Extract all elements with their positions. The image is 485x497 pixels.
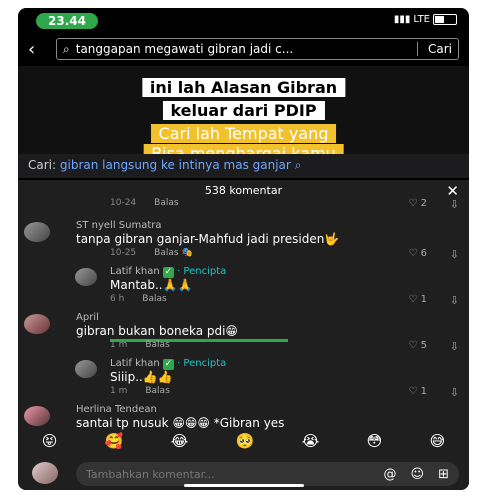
creator-label: · Pencipta bbox=[177, 266, 227, 277]
comment-text: Mantab..🙏🙏 bbox=[110, 278, 193, 292]
battery-icon bbox=[433, 14, 457, 25]
emoji-button[interactable]: 😝 bbox=[42, 432, 58, 458]
avatar[interactable] bbox=[24, 222, 50, 242]
status-icons: ▮▮▮ LTE bbox=[394, 14, 457, 25]
search-icon: ⌕ bbox=[294, 158, 302, 172]
dislike-icon[interactable]: ⇩ bbox=[450, 294, 459, 307]
comment-text: santai tp nusuk 😁😁😁 *Gibran yes bbox=[76, 416, 285, 430]
avatar[interactable] bbox=[24, 314, 50, 334]
comment-time: 1 m Balas bbox=[110, 340, 170, 350]
like-button[interactable]: ♡ 2 bbox=[408, 198, 427, 209]
reply-button[interactable]: Balas bbox=[142, 294, 166, 304]
dislike-icon[interactable]: ⇩ bbox=[450, 340, 459, 353]
search-button[interactable]: Cari bbox=[417, 42, 452, 56]
emoji-quick-bar: 😝 🥰 😂 🥺 😭 😳 😅 bbox=[18, 432, 469, 458]
gift-icon[interactable]: ⊞ bbox=[438, 467, 449, 482]
avatar[interactable] bbox=[24, 406, 50, 426]
comment-partial: 10-24 Balas ♡ 2 ⇩ bbox=[18, 198, 469, 212]
dislike-icon[interactable]: ⇩ bbox=[450, 248, 459, 261]
back-arrow-icon[interactable]: ‹ bbox=[28, 39, 56, 60]
comment-text: tanpa gibran ganjar-Mahfud jadi presiden… bbox=[76, 232, 340, 246]
comment-username[interactable]: Herlina Tendean bbox=[76, 404, 157, 415]
avatar bbox=[32, 462, 58, 484]
comment-count: 538 komentar bbox=[204, 184, 283, 197]
dislike-icon[interactable]: ⇩ bbox=[450, 198, 459, 211]
comment-time: 10-24 Balas bbox=[110, 198, 179, 208]
search-input[interactable]: ⌕ tanggapan megawati gibran jadi c... Ca… bbox=[56, 38, 459, 60]
comment-time: 1 m Balas bbox=[110, 386, 170, 396]
comment-item: Herlina Tendean santai tp nusuk 😁😁😁 *Gib… bbox=[18, 404, 469, 432]
search-bar: ‹ ⌕ tanggapan megawati gibran jadi c... … bbox=[28, 38, 459, 60]
emoji-icon[interactable]: ☺ bbox=[411, 467, 425, 482]
comment-text: Siiip..👍👍 bbox=[110, 370, 173, 384]
reply-button[interactable]: Balas bbox=[154, 248, 178, 258]
dislike-icon[interactable]: ⇩ bbox=[450, 386, 459, 399]
comment-item: ST nyell Sumatra tanpa gibran ganjar-Mah… bbox=[18, 220, 469, 261]
video-caption-3: Cari lah Tempat yang bbox=[150, 124, 337, 143]
comment-username[interactable]: April bbox=[76, 312, 99, 323]
verified-icon: ✓ bbox=[162, 267, 174, 278]
emoji-button[interactable]: 😳 bbox=[367, 432, 383, 458]
comment-item: April gibran bukan boneka pdi😁 1 m Balas … bbox=[18, 312, 469, 353]
phone-screen: 23.44 ▮▮▮ LTE ‹ ⌕ tanggapan megawati gib… bbox=[18, 8, 469, 490]
home-indicator bbox=[183, 484, 304, 487]
emoji-button[interactable]: 😂 bbox=[171, 432, 189, 458]
suggestion-label: Cari: bbox=[28, 158, 57, 172]
comment-time: 6 h Balas bbox=[110, 294, 167, 304]
mention-icon[interactable]: @ bbox=[384, 467, 397, 482]
reply-button[interactable]: Balas bbox=[145, 340, 169, 350]
signal-icon: ▮▮▮ bbox=[393, 14, 411, 25]
video-caption-1: ini lah Alasan Gibran bbox=[141, 78, 346, 97]
comment-username[interactable]: ST nyell Sumatra bbox=[76, 220, 162, 231]
like-button[interactable]: ♡ 1 bbox=[408, 294, 427, 305]
suggestion-query[interactable]: gibran langsung ke intinya mas ganjar bbox=[60, 158, 291, 172]
like-button[interactable]: ♡ 6 bbox=[408, 248, 427, 259]
like-button[interactable]: ♡ 1 bbox=[408, 386, 427, 397]
video-caption-2: keluar dari PDIP bbox=[162, 101, 325, 120]
reply-item: Latif khan ✓ · Pencipta Mantab..🙏🙏 6 h Ba… bbox=[18, 266, 469, 307]
search-query[interactable]: tanggapan megawati gibran jadi c... bbox=[76, 42, 413, 56]
verified-icon: ✓ bbox=[162, 359, 174, 370]
comment-placeholder[interactable]: Tambahkan komentar... bbox=[86, 468, 370, 481]
comment-text: gibran bukan boneka pdi😁 bbox=[76, 324, 238, 338]
reply-item: Latif khan ✓ · Pencipta Siiip..👍👍 1 m Bal… bbox=[18, 358, 469, 399]
reply-button[interactable]: Balas bbox=[154, 198, 178, 208]
search-icon: ⌕ bbox=[63, 41, 70, 56]
status-time: 23.44 bbox=[36, 13, 98, 29]
avatar[interactable] bbox=[75, 360, 97, 378]
sticker-icon: 🎭 bbox=[181, 248, 193, 258]
status-bar: 23.44 ▮▮▮ LTE bbox=[18, 12, 469, 30]
comment-username[interactable]: Latif khan ✓ · Pencipta bbox=[110, 358, 226, 370]
emoji-button[interactable]: 😭 bbox=[302, 432, 320, 458]
emoji-button[interactable]: 😅 bbox=[430, 432, 446, 458]
emoji-button[interactable]: 🥰 bbox=[105, 432, 124, 458]
search-suggestion[interactable]: Cari: gibran langsung ke intinya mas gan… bbox=[18, 154, 469, 178]
video-preview[interactable]: ini lah Alasan Gibran keluar dari PDIP C… bbox=[18, 66, 469, 158]
avatar[interactable] bbox=[75, 268, 97, 286]
network-label: LTE bbox=[413, 14, 430, 25]
creator-label: · Pencipta bbox=[177, 358, 227, 369]
comments-panel: 538 komentar ✕ 10-24 Balas ♡ 2 ⇩ ST nyell… bbox=[18, 180, 469, 490]
like-button[interactable]: ♡ 5 bbox=[408, 340, 427, 351]
comment-username[interactable]: Latif khan ✓ · Pencipta bbox=[110, 266, 226, 278]
comment-time: 10-25 Balas 🎭 bbox=[110, 248, 193, 258]
reply-button[interactable]: Balas bbox=[145, 386, 169, 396]
emoji-button[interactable]: 🥺 bbox=[236, 432, 255, 458]
comment-input[interactable]: Tambahkan komentar... @ ☺ ⊞ bbox=[76, 462, 459, 486]
